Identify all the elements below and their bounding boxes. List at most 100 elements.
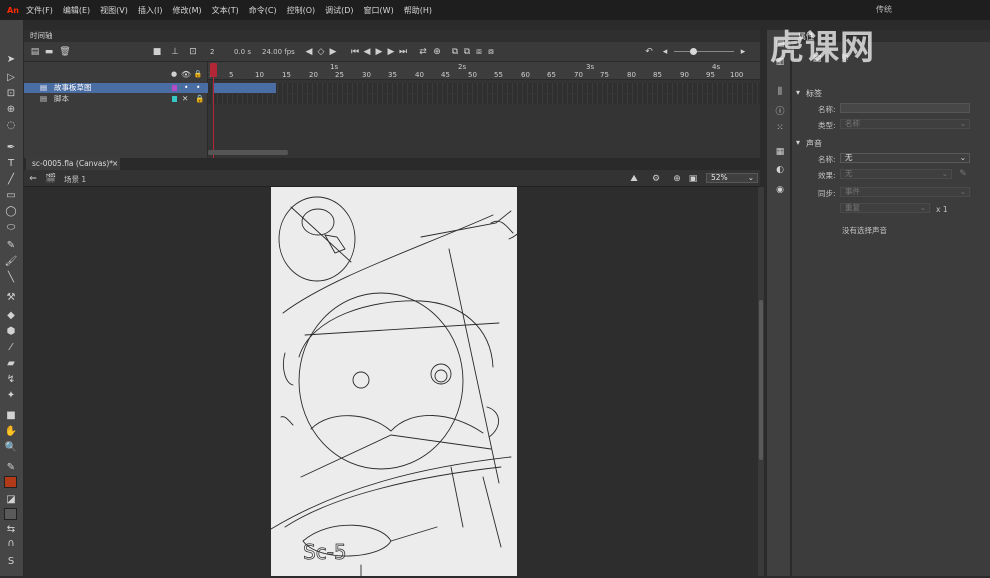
menu-help[interactable]: 帮助(H) bbox=[404, 5, 432, 16]
fill-color-icon[interactable]: ◪ bbox=[3, 492, 19, 506]
loop-icon[interactable]: ⇄ bbox=[418, 47, 428, 57]
menu-control[interactable]: 控制(O) bbox=[287, 5, 316, 16]
new-layer-icon[interactable]: ▤ bbox=[30, 47, 40, 57]
back-arrow-icon[interactable]: ⇐ bbox=[28, 174, 38, 184]
components-panel-icon[interactable]: ▦ bbox=[774, 146, 786, 158]
menu-insert[interactable]: 插入(I) bbox=[138, 5, 163, 16]
section-chevron-icon[interactable]: ▾ bbox=[796, 88, 800, 97]
next-keyframe-icon[interactable]: ▶ bbox=[328, 47, 338, 57]
highlight-layers-icon[interactable]: ⊡ bbox=[188, 47, 198, 57]
hand-tool-icon[interactable]: ✋ bbox=[3, 424, 19, 438]
paint-bucket-tool-icon[interactable]: ◆ bbox=[3, 308, 19, 322]
paint-brush-tool-icon[interactable]: ╲ bbox=[3, 270, 19, 284]
modify-markers-icon[interactable]: ⧇ bbox=[486, 47, 496, 57]
workspace-switcher[interactable]: 传统 bbox=[876, 4, 892, 15]
zoom-in-frames-icon[interactable]: ▸ bbox=[738, 47, 748, 57]
repeat-count[interactable]: x 1 bbox=[936, 205, 948, 214]
pencil-tool-icon[interactable]: ✎ bbox=[3, 238, 19, 252]
label-name-input[interactable] bbox=[840, 103, 970, 113]
menu-edit[interactable]: 编辑(E) bbox=[63, 5, 90, 16]
sound-section-title[interactable]: 声音 bbox=[806, 138, 822, 149]
step-back-icon[interactable]: ◀ bbox=[362, 47, 372, 57]
ink-bottle-tool-icon[interactable]: ⬢ bbox=[3, 324, 19, 338]
delete-layer-icon[interactable]: 🗑 bbox=[59, 47, 70, 57]
layer-row-script[interactable]: ▤ 脚本 ✕ 🔒 bbox=[24, 94, 208, 104]
frame-row-script[interactable] bbox=[208, 94, 760, 104]
swatches-panel-icon[interactable]: ⁙ bbox=[774, 122, 786, 134]
layer-color-swatch[interactable] bbox=[172, 96, 177, 102]
layer-name[interactable]: 故事板草图 bbox=[54, 83, 92, 93]
edit-envelope-icon[interactable]: ✎ bbox=[958, 169, 968, 179]
repeat-select[interactable]: 重复 ⌄ bbox=[840, 203, 930, 213]
stroke-color-pencil-icon[interactable]: ✎ bbox=[3, 460, 19, 474]
sync-select[interactable]: 事件 ⌄ bbox=[840, 187, 970, 197]
selected-frame-span[interactable] bbox=[214, 83, 276, 93]
scene-name[interactable]: 场景 1 bbox=[64, 174, 86, 185]
effect-select[interactable]: 无 ⌄ bbox=[840, 169, 952, 179]
onion-outline-icon[interactable]: ⧉ bbox=[462, 47, 472, 57]
prev-keyframe-icon[interactable]: ◀ bbox=[304, 47, 314, 57]
menu-file[interactable]: 文件(F) bbox=[26, 5, 53, 16]
sound-name-select[interactable]: 无 ⌄ bbox=[840, 153, 970, 163]
section-chevron-icon[interactable]: ▾ bbox=[796, 138, 800, 147]
edit-scene-icon[interactable]: ⛰ bbox=[628, 174, 640, 184]
edit-multiple-frames-icon[interactable]: ⧈ bbox=[474, 47, 484, 57]
layer-name[interactable]: 脚本 bbox=[54, 94, 69, 104]
center-stage-icon[interactable]: ⊕ bbox=[672, 174, 682, 184]
fill-color-swatch[interactable] bbox=[4, 508, 17, 520]
info-panel-icon[interactable]: ⓘ bbox=[774, 104, 786, 117]
polystar-tool-icon[interactable]: ⬭ bbox=[3, 220, 19, 234]
zoom-out-frames-icon[interactable]: ◂ bbox=[660, 47, 670, 57]
step-forward-icon[interactable]: ▶ bbox=[386, 47, 396, 57]
document-tab[interactable]: sc-0005.fla (Canvas)* × bbox=[26, 158, 120, 170]
frame-row-storyboard[interactable] bbox=[208, 83, 760, 93]
stroke-color-swatch[interactable] bbox=[4, 476, 17, 488]
go-to-first-frame-icon[interactable]: ⏮ bbox=[350, 47, 360, 57]
menu-debug[interactable]: 调试(D) bbox=[325, 5, 353, 16]
zoom-dropdown[interactable]: 52% ⌄ bbox=[706, 173, 758, 183]
menu-commands[interactable]: 命令(C) bbox=[249, 5, 277, 16]
selection-tool-icon[interactable]: ➤ bbox=[3, 52, 19, 66]
new-folder-icon[interactable]: ▬ bbox=[44, 47, 54, 57]
label-section-title[interactable]: 标签 bbox=[806, 88, 822, 99]
layer-row-storyboard[interactable]: ▤ 故事板草图 • • bbox=[24, 83, 208, 93]
color-panel-icon[interactable]: ◐ bbox=[774, 164, 786, 176]
line-tool-icon[interactable]: ╱ bbox=[3, 172, 19, 186]
stage-vscroll-thumb[interactable] bbox=[759, 300, 763, 460]
frame-size-slider[interactable] bbox=[674, 51, 734, 52]
eraser-tool-icon[interactable]: ▰ bbox=[3, 356, 19, 370]
undo-scale-icon[interactable]: ↶ bbox=[644, 47, 654, 57]
layer-visible-dot[interactable]: • bbox=[184, 83, 188, 93]
smooth-icon[interactable]: S bbox=[3, 554, 19, 568]
brush-tool-icon[interactable]: 🖌 bbox=[3, 254, 19, 268]
eye-icon[interactable]: 👁 bbox=[181, 70, 191, 79]
clip-content-icon[interactable]: ▣ bbox=[688, 174, 698, 184]
history-panel-icon[interactable]: ◉ bbox=[774, 184, 786, 196]
close-tab-icon[interactable]: × bbox=[112, 158, 118, 170]
bone-tool-icon[interactable]: ⚒ bbox=[3, 290, 19, 304]
rectangle-tool-icon[interactable]: ▭ bbox=[3, 188, 19, 202]
edit-symbols-icon[interactable]: ⚙ bbox=[650, 174, 662, 184]
label-type-select[interactable]: 名称 ⌄ bbox=[840, 119, 970, 129]
center-frame-icon[interactable]: ⊕ bbox=[432, 47, 442, 57]
lock-all-icon[interactable]: 🔒 bbox=[194, 70, 203, 78]
free-transform-tool-icon[interactable]: ⊡ bbox=[3, 86, 19, 100]
menu-text[interactable]: 文本(T) bbox=[212, 5, 239, 16]
text-tool-icon[interactable]: T bbox=[3, 156, 19, 170]
stage-canvas[interactable]: Sc-5 bbox=[270, 187, 530, 577]
menu-window[interactable]: 窗口(W) bbox=[364, 5, 394, 16]
frame-ruler[interactable]: 1s 2s 3s 4s 1 5 10 15 20 25 30 35 40 45 … bbox=[208, 62, 760, 80]
go-to-last-frame-icon[interactable]: ⏭ bbox=[398, 47, 408, 57]
snap-magnet-icon[interactable]: ∩ bbox=[3, 536, 19, 550]
asset-warp-tool-icon[interactable]: ✦ bbox=[3, 388, 19, 402]
pen-tool-icon[interactable]: ✒ bbox=[3, 140, 19, 154]
parenting-icon[interactable]: ⊥ bbox=[170, 47, 180, 57]
layer-lock-dot[interactable]: • bbox=[196, 83, 200, 93]
layer-locked-icon[interactable]: 🔒 bbox=[195, 94, 204, 104]
camera-tool-icon[interactable]: ■ bbox=[3, 408, 19, 422]
menu-modify[interactable]: 修改(M) bbox=[172, 5, 201, 16]
insert-keyframe-icon[interactable]: ◇ bbox=[316, 47, 326, 57]
3d-rotation-tool-icon[interactable]: ⊕ bbox=[3, 102, 19, 116]
layer-color-swatch[interactable] bbox=[172, 85, 177, 91]
zoom-tool-icon[interactable]: 🔍 bbox=[3, 440, 19, 454]
